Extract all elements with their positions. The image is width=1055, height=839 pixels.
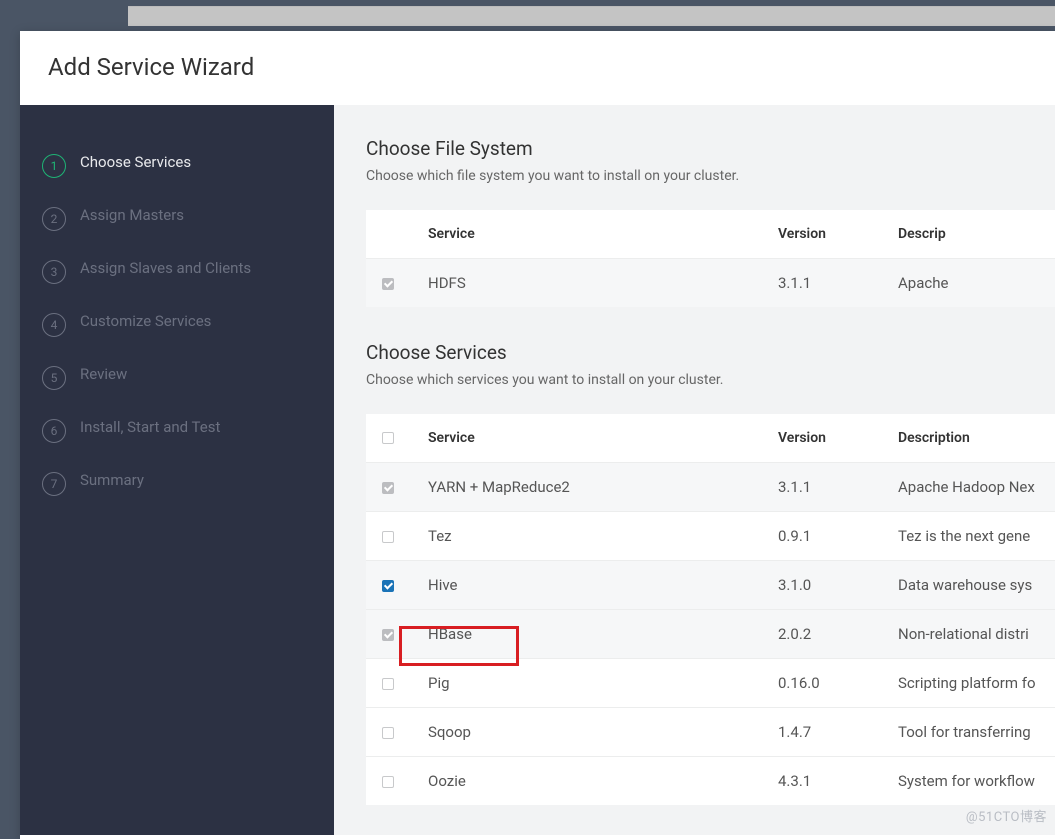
service-name: Hive — [428, 561, 778, 610]
table-row: HBase 2.0.2 Non-relational distri — [366, 610, 1055, 659]
services-title: Choose Services — [366, 341, 1055, 364]
filesystem-panel: Service Version Descrip HDFS 3.1.1 Apach… — [366, 210, 1055, 307]
table-row: Tez 0.9.1 Tez is the next gene — [366, 512, 1055, 561]
wizard-sidebar: 1 Choose Services 2 Assign Masters 3 Ass… — [20, 105, 334, 835]
services-panel: Service Version Description YARN + MapRe… — [366, 414, 1055, 805]
service-desc: Apache Hadoop Nex — [898, 463, 1055, 512]
table-row: HDFS 3.1.1 Apache — [366, 259, 1055, 308]
service-version: 0.16.0 — [778, 659, 898, 708]
table-row: Hive 3.1.0 Data warehouse sys — [366, 561, 1055, 610]
service-name: Pig — [428, 659, 778, 708]
checkbox-yarn[interactable] — [382, 482, 394, 494]
step-label: Customize Services — [80, 312, 211, 332]
table-row: Sqoop 1.4.7 Tool for transferring — [366, 708, 1055, 757]
service-version: 3.1.0 — [778, 561, 898, 610]
service-desc: Tool for transferring — [898, 708, 1055, 757]
filesystem-table: Service Version Descrip HDFS 3.1.1 Apach… — [366, 210, 1055, 307]
checkbox-oozie[interactable] — [382, 776, 394, 788]
service-version: 0.9.1 — [778, 512, 898, 561]
step-assign-slaves[interactable]: 3 Assign Slaves and Clients — [20, 245, 334, 298]
service-desc: Data warehouse sys — [898, 561, 1055, 610]
step-label: Assign Masters — [80, 206, 184, 226]
checkbox-sqoop[interactable] — [382, 727, 394, 739]
service-desc: Non-relational distri — [898, 610, 1055, 659]
step-number-icon: 7 — [42, 472, 66, 496]
service-desc: Apache — [898, 259, 1055, 308]
service-desc: Scripting platform fo — [898, 659, 1055, 708]
service-desc: Tez is the next gene — [898, 512, 1055, 561]
topbar-strip — [128, 6, 1055, 26]
modal-title: Add Service Wizard — [48, 53, 1027, 81]
wizard-content: Choose File System Choose which file sys… — [334, 105, 1055, 835]
service-name: Oozie — [428, 757, 778, 806]
service-name: HBase — [428, 610, 778, 659]
col-version: Version — [778, 210, 898, 259]
col-version: Version — [778, 414, 898, 463]
step-summary[interactable]: 7 Summary — [20, 457, 334, 510]
service-name: Tez — [428, 512, 778, 561]
filesystem-title: Choose File System — [366, 137, 1055, 160]
checkbox-select-all[interactable] — [382, 432, 394, 444]
checkbox-tez[interactable] — [382, 531, 394, 543]
step-number-icon: 1 — [42, 154, 66, 178]
step-label: Summary — [80, 471, 144, 491]
step-number-icon: 3 — [42, 260, 66, 284]
step-assign-masters[interactable]: 2 Assign Masters — [20, 192, 334, 245]
step-label: Assign Slaves and Clients — [80, 259, 251, 279]
col-description: Description — [898, 414, 1055, 463]
modal-header: Add Service Wizard — [20, 31, 1055, 105]
service-name: YARN + MapReduce2 — [428, 463, 778, 512]
service-version: 4.3.1 — [778, 757, 898, 806]
step-number-icon: 4 — [42, 313, 66, 337]
service-version: 1.4.7 — [778, 708, 898, 757]
col-service: Service — [428, 414, 778, 463]
step-number-icon: 2 — [42, 207, 66, 231]
step-review[interactable]: 5 Review — [20, 351, 334, 404]
step-choose-services[interactable]: 1 Choose Services — [20, 139, 334, 192]
service-version: 3.1.1 — [778, 259, 898, 308]
service-version: 2.0.2 — [778, 610, 898, 659]
step-install-start-test[interactable]: 6 Install, Start and Test — [20, 404, 334, 457]
checkbox-pig[interactable] — [382, 678, 394, 690]
table-row: Oozie 4.3.1 System for workflow — [366, 757, 1055, 806]
modal-body: 1 Choose Services 2 Assign Masters 3 Ass… — [20, 105, 1055, 835]
table-row: Pig 0.16.0 Scripting platform fo — [366, 659, 1055, 708]
services-subtitle: Choose which services you want to instal… — [366, 372, 1055, 388]
filesystem-subtitle: Choose which file system you want to ins… — [366, 168, 1055, 184]
col-description: Descrip — [898, 210, 1055, 259]
table-row: YARN + MapReduce2 3.1.1 Apache Hadoop Ne… — [366, 463, 1055, 512]
service-name: HDFS — [428, 259, 778, 308]
checkbox-hive[interactable] — [382, 580, 394, 592]
checkbox-hdfs[interactable] — [382, 278, 394, 290]
services-table: Service Version Description YARN + MapRe… — [366, 414, 1055, 805]
step-label: Install, Start and Test — [80, 418, 220, 438]
service-desc: System for workflow — [898, 757, 1055, 806]
service-name: Sqoop — [428, 708, 778, 757]
col-service: Service — [428, 210, 778, 259]
step-number-icon: 6 — [42, 419, 66, 443]
step-number-icon: 5 — [42, 366, 66, 390]
checkbox-hbase[interactable] — [382, 629, 394, 641]
step-label: Choose Services — [80, 153, 191, 173]
service-version: 3.1.1 — [778, 463, 898, 512]
step-customize-services[interactable]: 4 Customize Services — [20, 298, 334, 351]
wizard-modal: Add Service Wizard 1 Choose Services 2 A… — [20, 31, 1055, 839]
step-label: Review — [80, 365, 127, 385]
watermark: @51CTO博客 — [966, 806, 1047, 825]
